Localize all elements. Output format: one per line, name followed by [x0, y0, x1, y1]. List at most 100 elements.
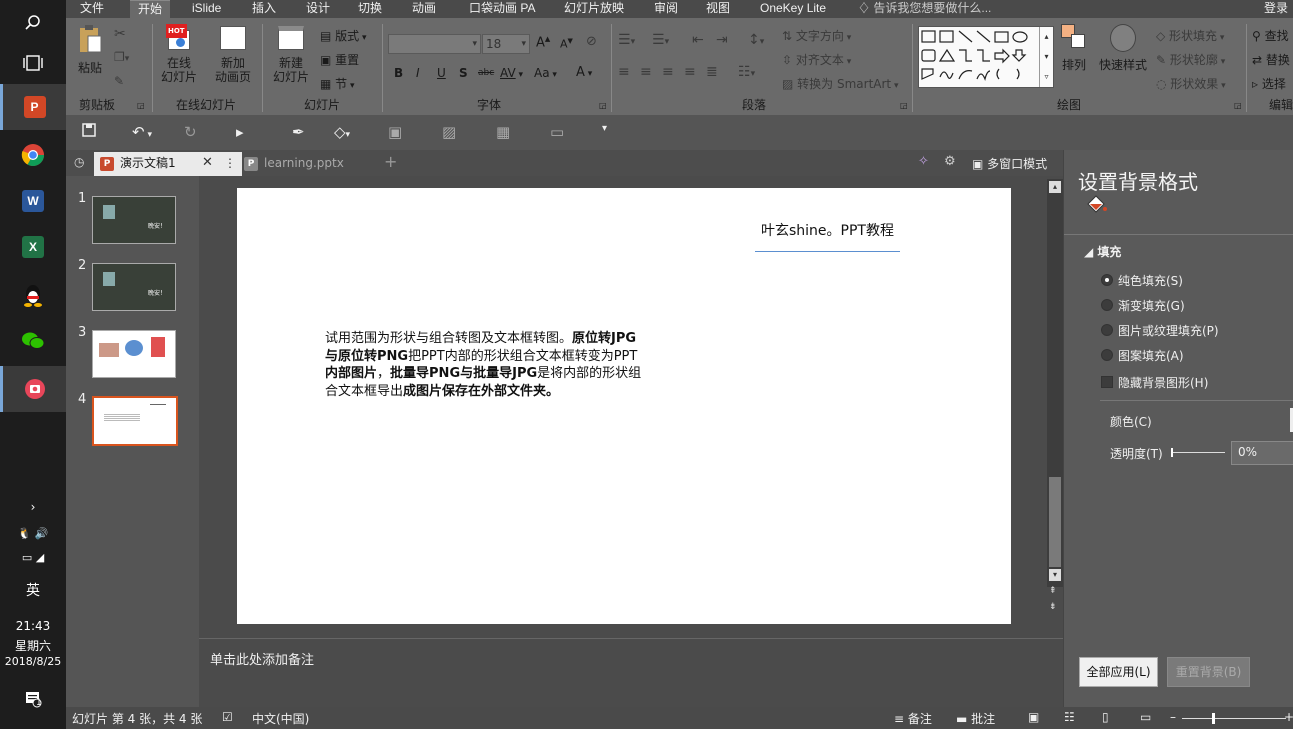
next-slide-icon[interactable]: ⇟: [1049, 602, 1057, 612]
justify-icon[interactable]: ≡: [684, 64, 696, 80]
picture-fill-label[interactable]: 图片或纹理填充(P): [1118, 322, 1219, 339]
settings-gear-icon[interactable]: ⚙: [944, 154, 956, 169]
strikethrough-button[interactable]: abc: [478, 68, 494, 78]
shape-effects-button[interactable]: ◌ 形状效果 ▾: [1156, 75, 1226, 92]
align-center-icon[interactable]: ≡: [640, 64, 652, 80]
doc-tab-learning[interactable]: P learning.pptx: [238, 152, 378, 176]
language-status[interactable]: 中文(中国): [252, 710, 309, 727]
ime-indicator[interactable]: 英: [0, 580, 66, 600]
group-icon[interactable]: ▣: [388, 123, 402, 141]
zoom-slider-thumb[interactable]: [1212, 713, 1215, 724]
change-case-button[interactable]: Aa ▾: [534, 66, 557, 80]
tab-onekey-lite[interactable]: OneKey Lite: [760, 0, 826, 18]
doc-tab-presentation1[interactable]: P 演示文稿1 ✕ ⋮: [94, 152, 242, 176]
align-text-button[interactable]: ⇳ 对齐文本 ▾: [782, 51, 851, 68]
tab-file[interactable]: 文件: [80, 0, 104, 18]
radio-picture-fill[interactable]: [1101, 324, 1113, 336]
radio-pattern-fill[interactable]: [1101, 349, 1113, 361]
font-name-dropdown[interactable]: ▾: [388, 34, 481, 54]
tab-home[interactable]: 开始: [130, 0, 171, 18]
tab-menu-icon[interactable]: ◷: [74, 155, 84, 169]
tray-battery-wifi-icons[interactable]: ▭ ◢: [0, 551, 66, 564]
slide-canvas[interactable]: 叶玄shine。PPT教程 试用范围为形状与组合转图及文本框转图。原位转JPG与…: [237, 188, 1011, 624]
font-size-dropdown[interactable]: 18 ▾: [482, 34, 530, 54]
action-center-icon[interactable]: 1: [0, 690, 66, 711]
select-button[interactable]: ▹ 选择: [1252, 75, 1286, 92]
undo-icon[interactable]: ↶ ▾: [132, 123, 152, 141]
reset-background-button[interactable]: 重置背景(B): [1167, 657, 1250, 687]
align-objects-icon[interactable]: ▦: [496, 123, 510, 141]
distribute-icon[interactable]: ▭: [550, 123, 564, 141]
increase-indent-icon[interactable]: ⇥: [716, 32, 728, 48]
spellcheck-icon[interactable]: ☑: [222, 710, 233, 724]
bring-front-icon[interactable]: ▨: [442, 123, 456, 141]
transparency-input[interactable]: 0%: [1231, 441, 1293, 465]
tab-islide[interactable]: iSlide: [192, 0, 221, 18]
more-icon[interactable]: ⋮: [224, 152, 236, 174]
tab-slideshow[interactable]: 幻灯片放映: [564, 0, 624, 18]
slide-thumbnail-2[interactable]: 晚安！: [92, 263, 176, 311]
pattern-fill-label[interactable]: 图案填充(A): [1118, 347, 1184, 364]
new-animation-page-button[interactable]: 新加 动画页: [206, 24, 260, 84]
redo-icon[interactable]: ↻: [184, 123, 197, 141]
fill-bucket-icon[interactable]: [1084, 194, 1108, 219]
shrink-font-button[interactable]: A▼: [560, 37, 573, 51]
paste-button[interactable]: 粘贴: [74, 24, 106, 75]
gradient-fill-label[interactable]: 渐变填充(G): [1118, 297, 1185, 314]
line-spacing-icon[interactable]: ↕▾: [748, 32, 764, 48]
clipboard-launcher-icon[interactable]: ◲: [137, 101, 145, 110]
tray-qq-volume-icons[interactable]: 🐧 🔊: [0, 527, 66, 540]
tab-review[interactable]: 审阅: [654, 0, 678, 18]
slide-sorter-icon[interactable]: ☷: [1064, 710, 1075, 724]
transparency-slider[interactable]: [1171, 448, 1225, 457]
tell-me-box[interactable]: ♢ 告诉我您想要做什么...: [858, 0, 991, 18]
find-button[interactable]: ⚲ 查找: [1252, 27, 1289, 44]
arrange-button[interactable]: 排列: [1058, 24, 1090, 72]
slide-body-textbox[interactable]: 试用范围为形状与组合转图及文本框转图。原位转JPG与原位转PNG把PPT内部的形…: [325, 330, 649, 400]
shape-select-icon[interactable]: ◇▾: [334, 123, 350, 141]
clock-time[interactable]: 21:43: [0, 619, 66, 633]
tab-insert[interactable]: 插入: [252, 0, 276, 18]
convert-smartart-button[interactable]: ▨ 转换为 SmartArt ▾: [782, 75, 899, 92]
shape-outline-button[interactable]: ✎ 形状轮廓 ▾: [1156, 51, 1225, 68]
reading-view-icon[interactable]: ▯: [1102, 710, 1109, 724]
slide-thumbnail-3[interactable]: [92, 330, 176, 378]
copy-icon[interactable]: ❐▾: [114, 50, 129, 64]
slide-thumbnail-4[interactable]: [92, 396, 178, 446]
shadow-button[interactable]: S: [459, 66, 468, 80]
solid-fill-label[interactable]: 纯色填充(S): [1118, 272, 1183, 289]
excel-taskbar-button[interactable]: X: [0, 224, 66, 270]
close-icon[interactable]: ✕: [202, 152, 213, 174]
text-direction-button[interactable]: ⇅ 文字方向 ▾: [782, 27, 851, 44]
scroll-down-icon[interactable]: ▾: [1049, 569, 1061, 581]
customize-qat-icon[interactable]: ▾: [602, 123, 607, 134]
decrease-indent-icon[interactable]: ⇤: [692, 32, 704, 48]
grow-font-button[interactable]: A▲: [536, 35, 550, 50]
cut-icon[interactable]: ✂: [114, 26, 126, 42]
tab-pocket-animation[interactable]: 口袋动画 PA: [469, 0, 535, 18]
apply-all-button[interactable]: 全部应用(L): [1079, 657, 1158, 687]
section-button[interactable]: ▦ 节 ▾: [320, 75, 355, 92]
screenrec-taskbar-button[interactable]: [0, 366, 66, 412]
bold-button[interactable]: B: [394, 66, 403, 80]
shapes-gallery-scroll[interactable]: ▴ ▾ ▿: [1039, 27, 1053, 87]
comments-toggle-button[interactable]: ▬ 批注: [956, 710, 995, 727]
sparkle-icon[interactable]: ✧: [918, 154, 929, 169]
hide-background-label[interactable]: 隐藏背景图形(H): [1118, 374, 1208, 391]
powerpoint-taskbar-button[interactable]: P: [0, 84, 66, 130]
replace-button[interactable]: ⇄ 替换: [1252, 51, 1290, 68]
notes-toggle-button[interactable]: ≡ 备注: [894, 710, 932, 727]
tab-transitions[interactable]: 切换: [358, 0, 382, 18]
quick-styles-button[interactable]: 快速样式: [1096, 24, 1150, 72]
paragraph-launcher-icon[interactable]: ◲: [900, 101, 908, 110]
italic-button[interactable]: I: [416, 66, 420, 80]
shapes-gallery[interactable]: ▴ ▾ ▿: [918, 26, 1054, 88]
qq-taskbar-button[interactable]: [0, 272, 66, 318]
notes-pane[interactable]: 单击此处添加备注: [199, 638, 1063, 707]
show-hidden-icons-icon[interactable]: ›: [0, 500, 66, 514]
slideshow-view-icon[interactable]: ▭: [1140, 710, 1151, 724]
char-spacing-button[interactable]: AV ▾: [500, 66, 523, 80]
columns-icon[interactable]: ☷▾: [738, 64, 755, 80]
align-right-icon[interactable]: ≡: [662, 64, 674, 80]
vertical-scrollbar[interactable]: ▴ ▾: [1047, 179, 1063, 587]
